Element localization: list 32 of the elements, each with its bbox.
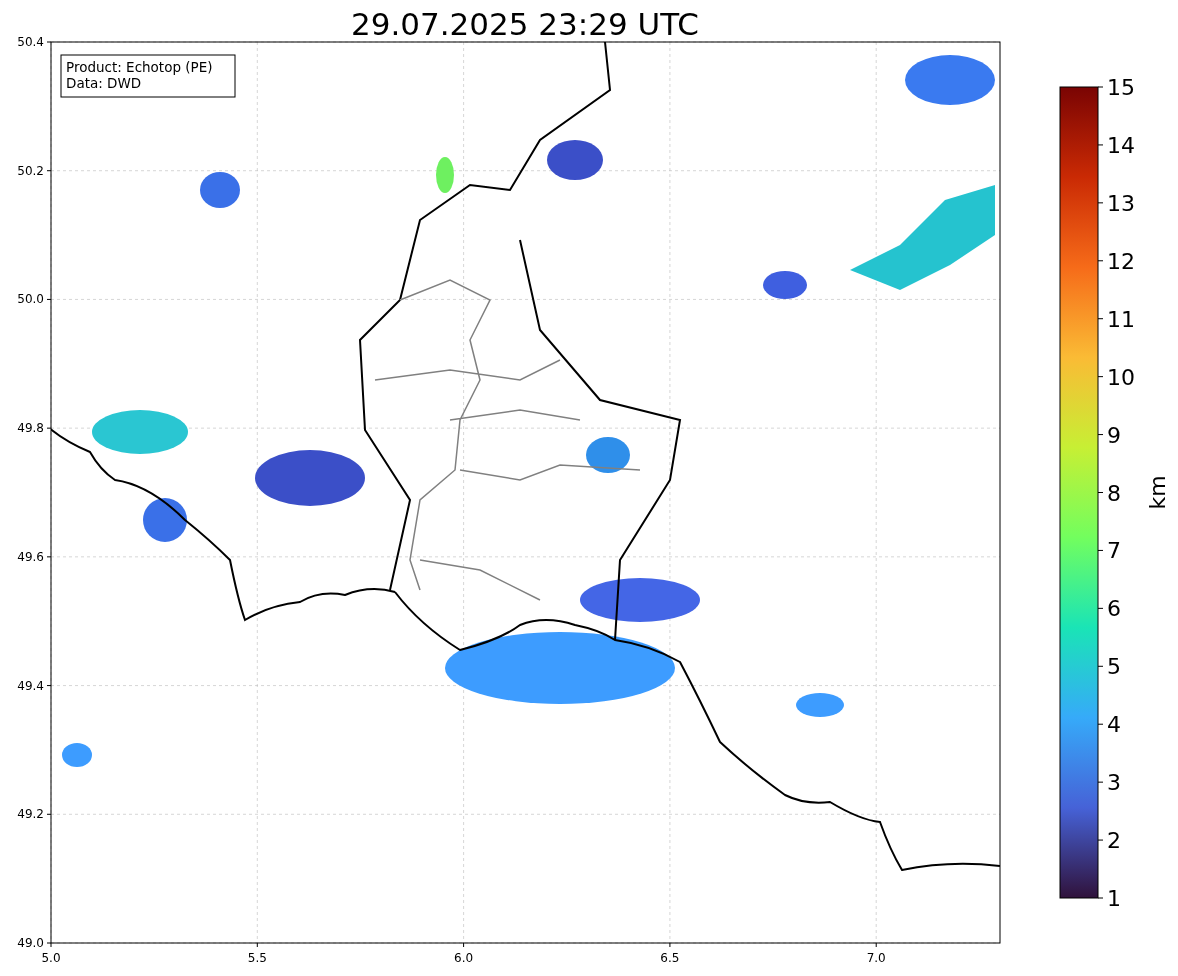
y-tick-label: 49.2 — [17, 807, 44, 822]
colorbar-tick-label: 10 — [1107, 364, 1135, 390]
legend-text: Product: Echotop (PE) — [66, 59, 213, 75]
y-tick-label: 50.4 — [17, 35, 44, 49]
colorbar-tick-label: 14 — [1107, 132, 1135, 158]
colorbar-tick-label: 4 — [1107, 712, 1121, 738]
colorbar-tick-label: 11 — [1107, 306, 1135, 332]
colorbar-tick-label: 5 — [1107, 654, 1121, 680]
y-tick-label: 49.6 — [17, 549, 44, 564]
colorbar-tick-label: 2 — [1107, 828, 1121, 854]
legend-text: Data: DWD — [66, 75, 142, 91]
colorbar-tick-label: 12 — [1107, 248, 1135, 274]
y-tick-label: 49.0 — [17, 936, 44, 950]
colorbar-tick-label: 6 — [1107, 596, 1121, 622]
colorbar-tick-label: 1 — [1107, 886, 1121, 911]
x-tick-label: 5.0 — [41, 951, 61, 965]
x-tick-label: 6.5 — [660, 951, 680, 965]
colorbar-tick-label: 7 — [1107, 538, 1121, 564]
x-tick-label: 6.0 — [454, 951, 474, 965]
colorbar-tick-label: 15 — [1107, 75, 1135, 100]
colorbar-tick-label: 3 — [1107, 770, 1121, 796]
colorbar-tick-label: 8 — [1107, 480, 1121, 506]
y-tick-label: 50.0 — [17, 292, 44, 307]
x-tick-label: 5.5 — [247, 951, 267, 965]
chart-title: 29.07.2025 23:29 UTC — [351, 6, 699, 42]
colorbar-label: km — [1145, 475, 1170, 510]
colorbar-tick-label: 9 — [1107, 422, 1121, 448]
y-tick-label: 49.4 — [17, 678, 44, 693]
y-tick-label: 49.8 — [17, 421, 44, 436]
y-tick-label: 50.2 — [17, 163, 44, 178]
x-tick-label: 7.0 — [866, 951, 886, 965]
colorbar-tick-label: 13 — [1107, 190, 1135, 216]
